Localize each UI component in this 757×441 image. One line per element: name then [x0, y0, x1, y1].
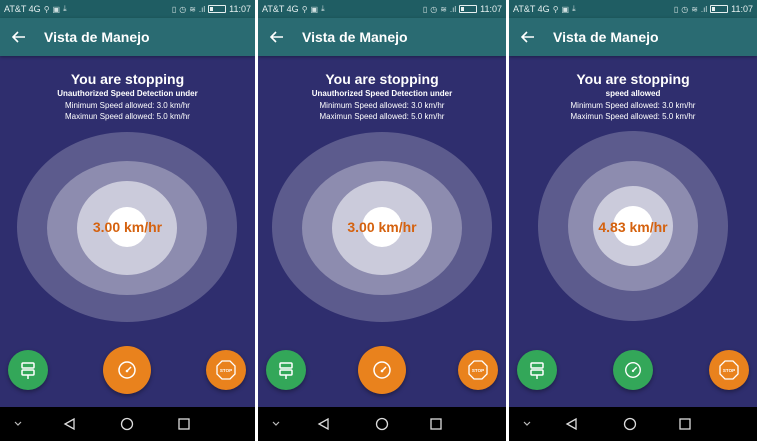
- back-triangle-icon[interactable]: [316, 416, 332, 432]
- stop-sign-icon: STOP: [719, 360, 739, 380]
- clock: 11:07: [480, 4, 502, 14]
- max-speed-label: Maximun Speed allowed: 5.0 km/hr: [65, 112, 190, 121]
- status-heading: You are stopping: [576, 71, 690, 87]
- image-icon: ▣: [561, 4, 570, 14]
- clock: 11:07: [229, 4, 251, 14]
- current-speed-value: 3.00 km/hr: [92, 219, 163, 235]
- app-title: Vista de Manejo: [302, 29, 408, 45]
- signpost-button[interactable]: [8, 350, 48, 390]
- speedometer-button[interactable]: [358, 346, 406, 394]
- max-speed-label: Maximun Speed allowed: 5.0 km/hr: [319, 112, 445, 121]
- wifi-icon: ≋: [440, 4, 447, 14]
- current-speed-value: 4.83 km/hr: [598, 219, 668, 235]
- signal-icon: .ıl: [700, 4, 708, 14]
- back-triangle-icon[interactable]: [564, 416, 580, 432]
- back-arrow-icon[interactable]: [509, 18, 547, 56]
- image-icon: ▣: [52, 4, 61, 14]
- min-speed-label: Minimum Speed allowed: 3.0 km/hr: [570, 101, 696, 110]
- signpost-button[interactable]: [517, 350, 557, 390]
- current-speed-value: 3.00 km/hr: [347, 219, 417, 235]
- min-speed-label: Minimum Speed allowed: 3.0 km/hr: [65, 101, 190, 110]
- signal-icon: .ıl: [198, 4, 206, 14]
- svg-text:STOP: STOP: [220, 368, 232, 373]
- svg-text:STOP: STOP: [723, 368, 735, 373]
- recents-square-icon[interactable]: [677, 416, 693, 432]
- location-icon: ⚲: [552, 4, 559, 14]
- recents-square-icon[interactable]: [428, 416, 444, 432]
- signpost-icon: [21, 362, 35, 379]
- home-circle-icon[interactable]: [374, 416, 390, 432]
- signpost-button[interactable]: [266, 350, 306, 390]
- speedometer-button[interactable]: [613, 350, 653, 390]
- status-bar: AT&T 4G ⚲ ▣ ⤓ ▯ ◷ ≋ .ıl 11:07: [258, 0, 506, 18]
- detection-message: Unauthorized Speed Detection under: [57, 89, 198, 98]
- home-circle-icon[interactable]: [622, 416, 638, 432]
- app-bar: Vista de Manejo: [509, 18, 757, 56]
- home-circle-icon[interactable]: [119, 416, 135, 432]
- image-icon: ▣: [310, 4, 319, 14]
- app-bar: Vista de Manejo: [0, 18, 255, 56]
- chevron-down-icon[interactable]: [519, 417, 535, 431]
- speedometer-icon: [118, 361, 136, 379]
- recents-square-icon[interactable]: [176, 416, 192, 432]
- download-icon: ⤓: [321, 4, 325, 13]
- detection-message: Unauthorized Speed Detection under: [311, 89, 453, 98]
- speedometer-button[interactable]: [103, 346, 151, 394]
- status-bar: AT&T 4G ⚲ ▣ ⤓ ▯ ◷ ≋ .ıl 11:07: [0, 0, 255, 18]
- clock: 11:07: [731, 4, 753, 14]
- detection-message: speed allowed: [605, 89, 661, 98]
- carrier-label: AT&T 4G: [4, 4, 41, 14]
- system-nav-bar: [258, 407, 506, 441]
- speedometer-icon: [625, 362, 641, 378]
- battery-icon: [459, 5, 478, 13]
- app-title: Vista de Manejo: [553, 29, 659, 45]
- wifi-icon: ≋: [691, 4, 698, 14]
- status-heading: You are stopping: [325, 71, 439, 87]
- signal-icon: .ıl: [449, 4, 457, 14]
- app-bar: Vista de Manejo: [258, 18, 506, 56]
- alarm-icon: ◷: [430, 4, 438, 14]
- chevron-down-icon[interactable]: [10, 417, 26, 431]
- signpost-icon: [279, 362, 293, 379]
- alarm-icon: ◷: [179, 4, 187, 14]
- back-arrow-icon[interactable]: [258, 18, 296, 56]
- stop-sign-icon: STOP: [468, 360, 488, 380]
- location-icon: ⚲: [301, 4, 308, 14]
- phone-screen-1: AT&T 4G ⚲ ▣ ⤓ ▯ ◷ ≋ .ıl 11:07 Vista de M…: [0, 0, 255, 441]
- signpost-icon: [530, 362, 544, 379]
- speedometer-icon: [373, 361, 391, 379]
- location-icon: ⚲: [43, 4, 50, 14]
- carrier-label: AT&T 4G: [262, 4, 299, 14]
- download-icon: ⤓: [63, 4, 67, 13]
- stop-button[interactable]: STOP: [206, 350, 246, 390]
- phone-screen-3: AT&T 4G ⚲ ▣ ⤓ ▯ ◷ ≋ .ıl 11:07 Vista de M…: [509, 0, 757, 441]
- max-speed-label: Maximun Speed allowed: 5.0 km/hr: [570, 112, 696, 121]
- vibrate-icon: ▯: [171, 4, 177, 14]
- svg-text:STOP: STOP: [472, 368, 484, 373]
- wifi-icon: ≋: [189, 4, 196, 14]
- system-nav-bar: [509, 407, 757, 441]
- chevron-down-icon[interactable]: [268, 417, 284, 431]
- alarm-icon: ◷: [681, 4, 689, 14]
- battery-icon: [208, 5, 227, 13]
- status-heading: You are stopping: [70, 71, 185, 87]
- vibrate-icon: ▯: [673, 4, 679, 14]
- back-triangle-icon[interactable]: [62, 416, 78, 432]
- vibrate-icon: ▯: [422, 4, 428, 14]
- min-speed-label: Minimum Speed allowed: 3.0 km/hr: [319, 101, 445, 110]
- carrier-label: AT&T 4G: [513, 4, 550, 14]
- stop-sign-icon: STOP: [216, 360, 236, 380]
- system-nav-bar: [0, 407, 255, 441]
- app-title: Vista de Manejo: [44, 29, 150, 45]
- stop-button[interactable]: STOP: [458, 350, 498, 390]
- battery-icon: [710, 5, 729, 13]
- status-bar: AT&T 4G ⚲ ▣ ⤓ ▯ ◷ ≋ .ıl 11:07: [509, 0, 757, 18]
- phone-screen-2: AT&T 4G ⚲ ▣ ⤓ ▯ ◷ ≋ .ıl 11:07 Vista de M…: [258, 0, 506, 441]
- stop-button[interactable]: STOP: [709, 350, 749, 390]
- download-icon: ⤓: [572, 4, 576, 13]
- back-arrow-icon[interactable]: [0, 18, 38, 56]
